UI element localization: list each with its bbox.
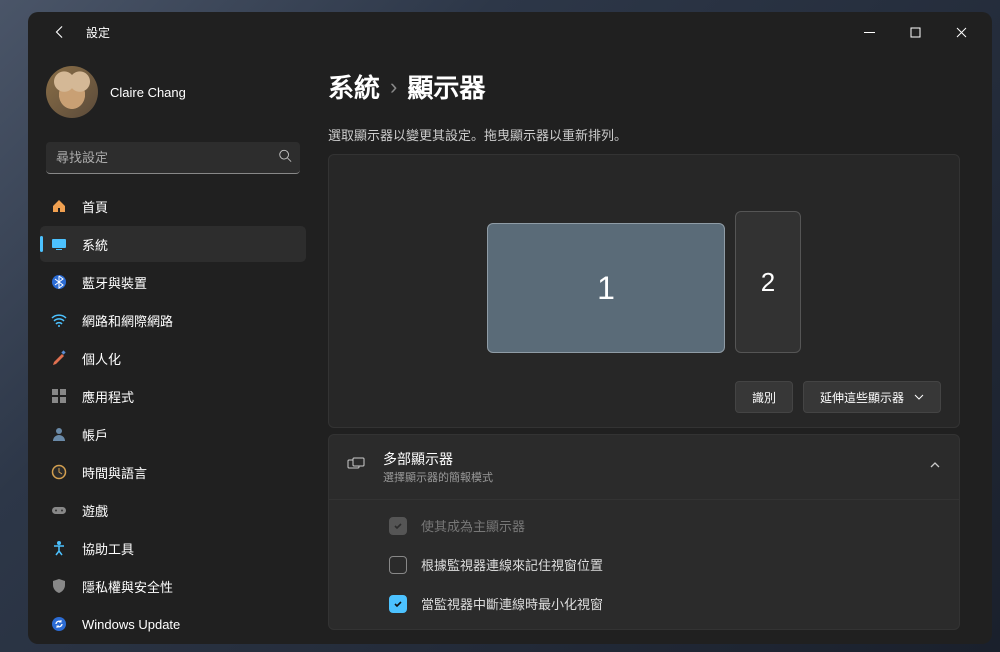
update-icon [50, 615, 68, 633]
close-button[interactable] [938, 16, 984, 48]
checkbox-icon[interactable] [389, 556, 407, 574]
display-actions: 識別 延伸這些顯示器 [347, 381, 941, 413]
monitor-2[interactable]: 2 [735, 211, 801, 353]
system-icon [50, 235, 68, 253]
sidebar-item-label: 藍牙與裝置 [82, 273, 147, 292]
sidebar-item-bluetooth[interactable]: 藍牙與裝置 [40, 264, 306, 300]
option-make-main: 使其成為主顯示器 [329, 506, 959, 545]
clock-icon [50, 463, 68, 481]
sidebar-item-label: 網路和網際網路 [82, 311, 173, 330]
sidebar-item-accessibility[interactable]: 協助工具 [40, 530, 306, 566]
chevron-right-icon: › [390, 74, 397, 100]
content-body: Claire Chang 首頁 系統 [28, 52, 992, 644]
minimize-icon [864, 27, 875, 38]
sidebar-item-network[interactable]: 網路和網際網路 [40, 302, 306, 338]
sidebar-item-label: 首頁 [82, 197, 108, 216]
home-icon [50, 197, 68, 215]
option-label: 當監視器中斷連線時最小化視窗 [421, 594, 603, 613]
sidebar-item-home[interactable]: 首頁 [40, 188, 306, 224]
profile-name: Claire Chang [110, 85, 186, 100]
bluetooth-icon [50, 273, 68, 291]
sidebar-item-apps[interactable]: 應用程式 [40, 378, 306, 414]
maximize-button[interactable] [892, 16, 938, 48]
section-hint: 選取顯示器以變更其設定。拖曳顯示器以重新排列。 [328, 125, 960, 144]
sidebar-item-personalization[interactable]: 個人化 [40, 340, 306, 376]
sidebar-item-label: 隱私權與安全性 [82, 577, 173, 596]
avatar [46, 66, 98, 118]
maximize-icon [910, 27, 921, 38]
profile-block[interactable]: Claire Chang [40, 60, 306, 130]
titlebar: 設定 [28, 12, 992, 52]
sidebar-item-update[interactable]: Windows Update [40, 606, 306, 642]
nav-list: 首頁 系統 藍牙與裝置 網路和網際網路 個人化 [40, 188, 306, 642]
sidebar-item-label: Windows Update [82, 617, 180, 632]
sidebar-item-label: 帳戶 [82, 425, 108, 444]
app-title: 設定 [86, 24, 110, 41]
card-subtitle: 選擇顯示器的簡報模式 [383, 469, 913, 485]
breadcrumb-parent[interactable]: 系統 [328, 68, 380, 105]
main-content: 系統 › 顯示器 選取顯示器以變更其設定。拖曳顯示器以重新排列。 1 2 識別 … [318, 52, 992, 644]
sidebar-item-label: 個人化 [82, 349, 121, 368]
minimize-button[interactable] [846, 16, 892, 48]
shield-icon [50, 577, 68, 595]
sidebar: Claire Chang 首頁 系統 [28, 52, 318, 644]
sidebar-item-accounts[interactable]: 帳戶 [40, 416, 306, 452]
card-body: 使其成為主顯示器 根據監視器連線來記住視窗位置 當監視器中斷連線時最小化視窗 [329, 499, 959, 629]
breadcrumb: 系統 › 顯示器 [328, 68, 960, 105]
search-wrap [46, 142, 300, 174]
search-input[interactable] [46, 142, 300, 174]
chevron-down-icon [914, 392, 924, 402]
close-icon [956, 27, 967, 38]
monitor-1[interactable]: 1 [487, 223, 725, 353]
sidebar-item-label: 應用程式 [82, 387, 134, 406]
checkbox-icon [389, 517, 407, 535]
window-controls [846, 16, 984, 48]
card-titles: 多部顯示器 選擇顯示器的簡報模式 [383, 449, 913, 485]
sidebar-item-gaming[interactable]: 遊戲 [40, 492, 306, 528]
breadcrumb-current: 顯示器 [407, 68, 485, 105]
multiple-displays-card: 多部顯示器 選擇顯示器的簡報模式 使其成為主顯示器 [328, 434, 960, 630]
profile-info: Claire Chang [110, 85, 186, 100]
accessibility-icon [50, 539, 68, 557]
option-minimize-on-disconnect[interactable]: 當監視器中斷連線時最小化視窗 [329, 584, 959, 623]
network-icon [50, 311, 68, 329]
monitor-canvas[interactable]: 1 2 [347, 185, 941, 353]
paint-icon [50, 349, 68, 367]
accounts-icon [50, 425, 68, 443]
sidebar-item-label: 時間與語言 [82, 463, 147, 482]
option-remember-windows[interactable]: 根據監視器連線來記住視窗位置 [329, 545, 959, 584]
sidebar-item-label: 協助工具 [82, 539, 134, 558]
sidebar-item-time[interactable]: 時間與語言 [40, 454, 306, 490]
displays-icon [347, 456, 367, 479]
gaming-icon [50, 501, 68, 519]
back-button[interactable] [46, 18, 74, 46]
sidebar-item-label: 系統 [82, 235, 108, 254]
display-mode-dropdown[interactable]: 延伸這些顯示器 [803, 381, 941, 413]
sidebar-item-privacy[interactable]: 隱私權與安全性 [40, 568, 306, 604]
option-label: 根據監視器連線來記住視窗位置 [421, 555, 603, 574]
chevron-up-icon [929, 458, 941, 476]
card-header[interactable]: 多部顯示器 選擇顯示器的簡報模式 [329, 435, 959, 499]
sidebar-item-system[interactable]: 系統 [40, 226, 306, 262]
checkbox-icon[interactable] [389, 595, 407, 613]
settings-window: 設定 Claire Chang [28, 12, 992, 644]
option-label: 使其成為主顯示器 [421, 516, 525, 535]
arrow-left-icon [53, 25, 67, 39]
identify-button[interactable]: 識別 [735, 381, 793, 413]
card-title: 多部顯示器 [383, 449, 913, 469]
display-arrangement-box: 1 2 識別 延伸這些顯示器 [328, 154, 960, 428]
apps-icon [50, 387, 68, 405]
sidebar-item-label: 遊戲 [82, 501, 108, 520]
